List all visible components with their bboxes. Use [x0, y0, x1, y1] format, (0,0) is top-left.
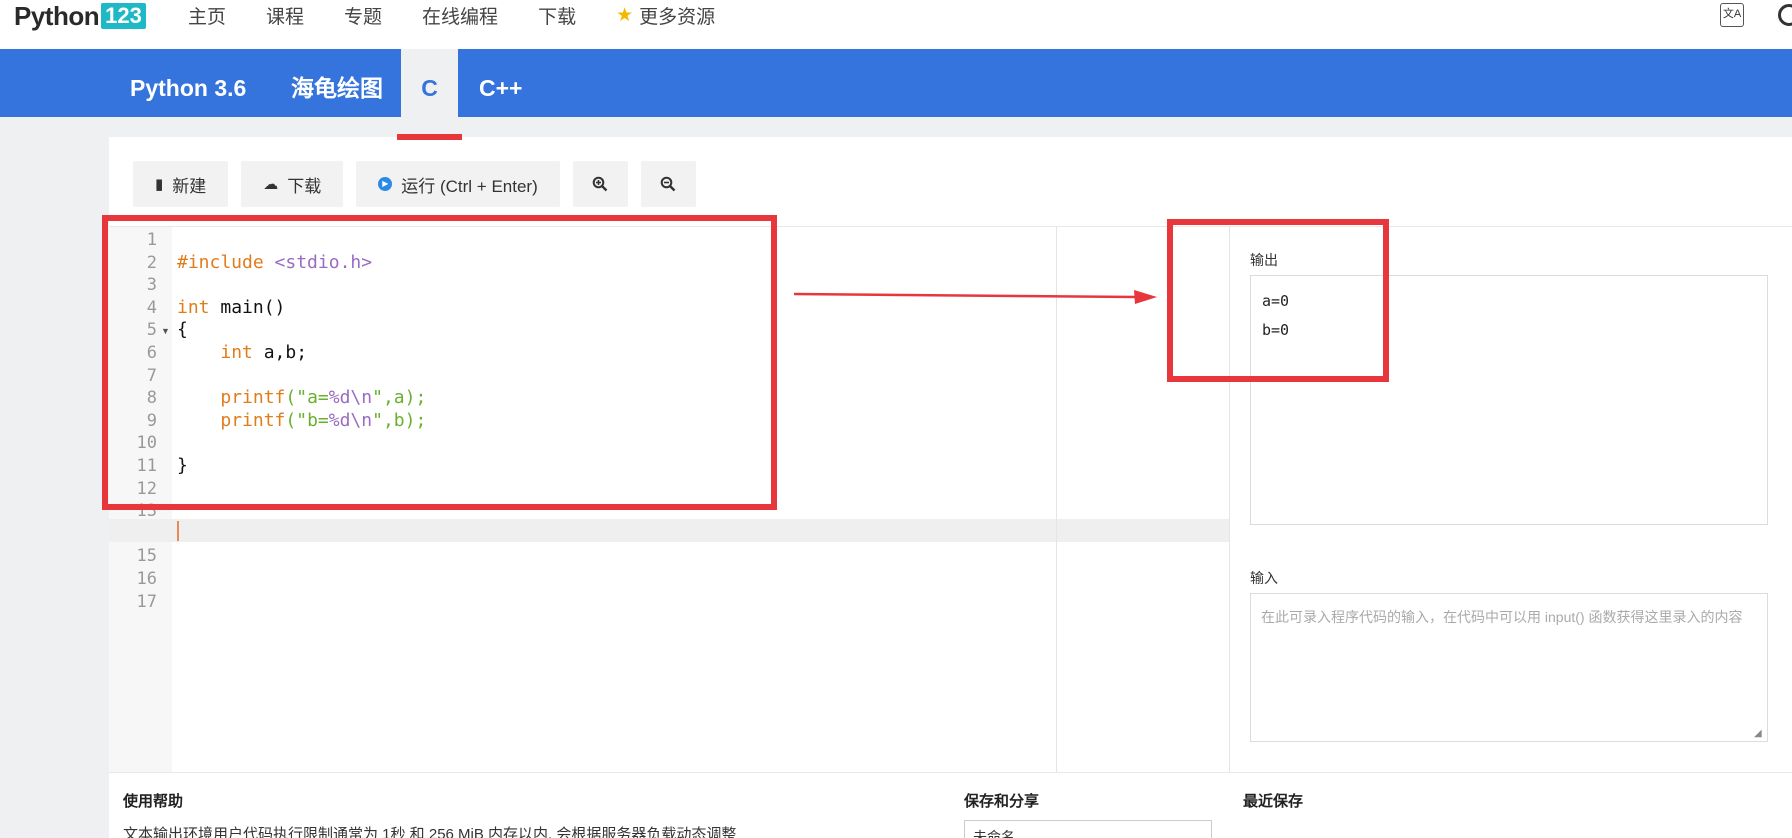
zoom-out-icon	[660, 176, 676, 192]
nav-link-online-coding[interactable]: 在线编程	[422, 2, 498, 29]
user-icon[interactable]	[1778, 4, 1792, 26]
tab-python[interactable]: Python 3.6	[130, 49, 246, 117]
download-button-label: 下载	[287, 176, 322, 196]
print-margin	[1056, 227, 1057, 772]
annotation-output-box	[1167, 219, 1389, 382]
line-number: 15	[136, 546, 157, 567]
help-title: 使用帮助	[123, 793, 184, 810]
run-button[interactable]: ▶ 运行 (Ctrl + Enter)	[356, 161, 560, 207]
annotation-underline	[397, 134, 462, 140]
nav-link-courses[interactable]: 课程	[266, 2, 304, 29]
zoom-in-button[interactable]	[572, 161, 628, 207]
zoom-out-button[interactable]	[640, 161, 696, 207]
file-icon: ▮	[155, 176, 164, 193]
nav-links: 主页 课程 专题 在线编程 下载 ★ 更多资源	[188, 0, 755, 30]
nav-link-more-resources[interactable]: ★ 更多资源	[616, 2, 715, 29]
play-icon: ▶	[378, 177, 393, 191]
save-share-title: 保存和分享	[964, 793, 1040, 810]
line-number: 17	[136, 591, 157, 612]
nav-link-download[interactable]: 下载	[538, 2, 576, 29]
logo-badge: 123	[101, 3, 146, 29]
nav-link-topics[interactable]: 专题	[344, 2, 382, 29]
run-button-label: 运行 (Ctrl + Enter)	[401, 176, 538, 196]
more-resources-label: 更多资源	[639, 6, 716, 28]
resize-handle-icon[interactable]: ◢	[1754, 728, 1762, 739]
download-button[interactable]: ☁ 下载	[241, 161, 344, 207]
new-button[interactable]: ▮ 新建	[133, 161, 229, 207]
help-text: 文本输出环境用户代码执行限制通常为 1秒 和 256 MiB 内存以内, 会根据…	[123, 826, 737, 838]
active-line-highlight	[109, 519, 1229, 542]
save-name-input[interactable]: 未命名	[964, 820, 1212, 838]
site-logo[interactable]: Python 123	[14, 1, 146, 31]
cloud-download-icon: ☁	[263, 176, 279, 193]
text-cursor	[177, 521, 179, 541]
new-button-label: 新建	[172, 176, 207, 196]
tab-turtle[interactable]: 海龟绘图	[291, 49, 383, 117]
translate-icon[interactable]: 文A	[1720, 3, 1744, 27]
editor-toolbar: ▮ 新建 ☁ 下载 ▶ 运行 (Ctrl + Enter)	[133, 161, 709, 207]
annotation-arrow	[793, 290, 1157, 304]
footer-divider	[109, 772, 1792, 773]
annotation-code-box	[102, 215, 777, 510]
top-navbar: Python 123 主页 课程 专题 在线编程 下载 ★ 更多资源 文A	[0, 0, 1792, 49]
logo-text: Python	[14, 0, 100, 31]
tab-cpp[interactable]: C++	[479, 49, 522, 117]
star-icon: ★	[616, 4, 634, 26]
language-tab-bar: Python 3.6 海龟绘图 C C++	[0, 49, 1792, 117]
tab-c[interactable]: C	[401, 49, 458, 117]
zoom-in-icon	[592, 176, 608, 192]
line-number: 16	[136, 569, 157, 589]
program-input-textarea[interactable]: 在此可录入程序代码的输入，在代码中可以用 input() 函数获得这里录入的内容	[1250, 593, 1768, 742]
input-label: 输入	[1250, 570, 1278, 586]
nav-link-home[interactable]: 主页	[188, 2, 226, 29]
recent-saves-title: 最近保存	[1243, 793, 1304, 810]
